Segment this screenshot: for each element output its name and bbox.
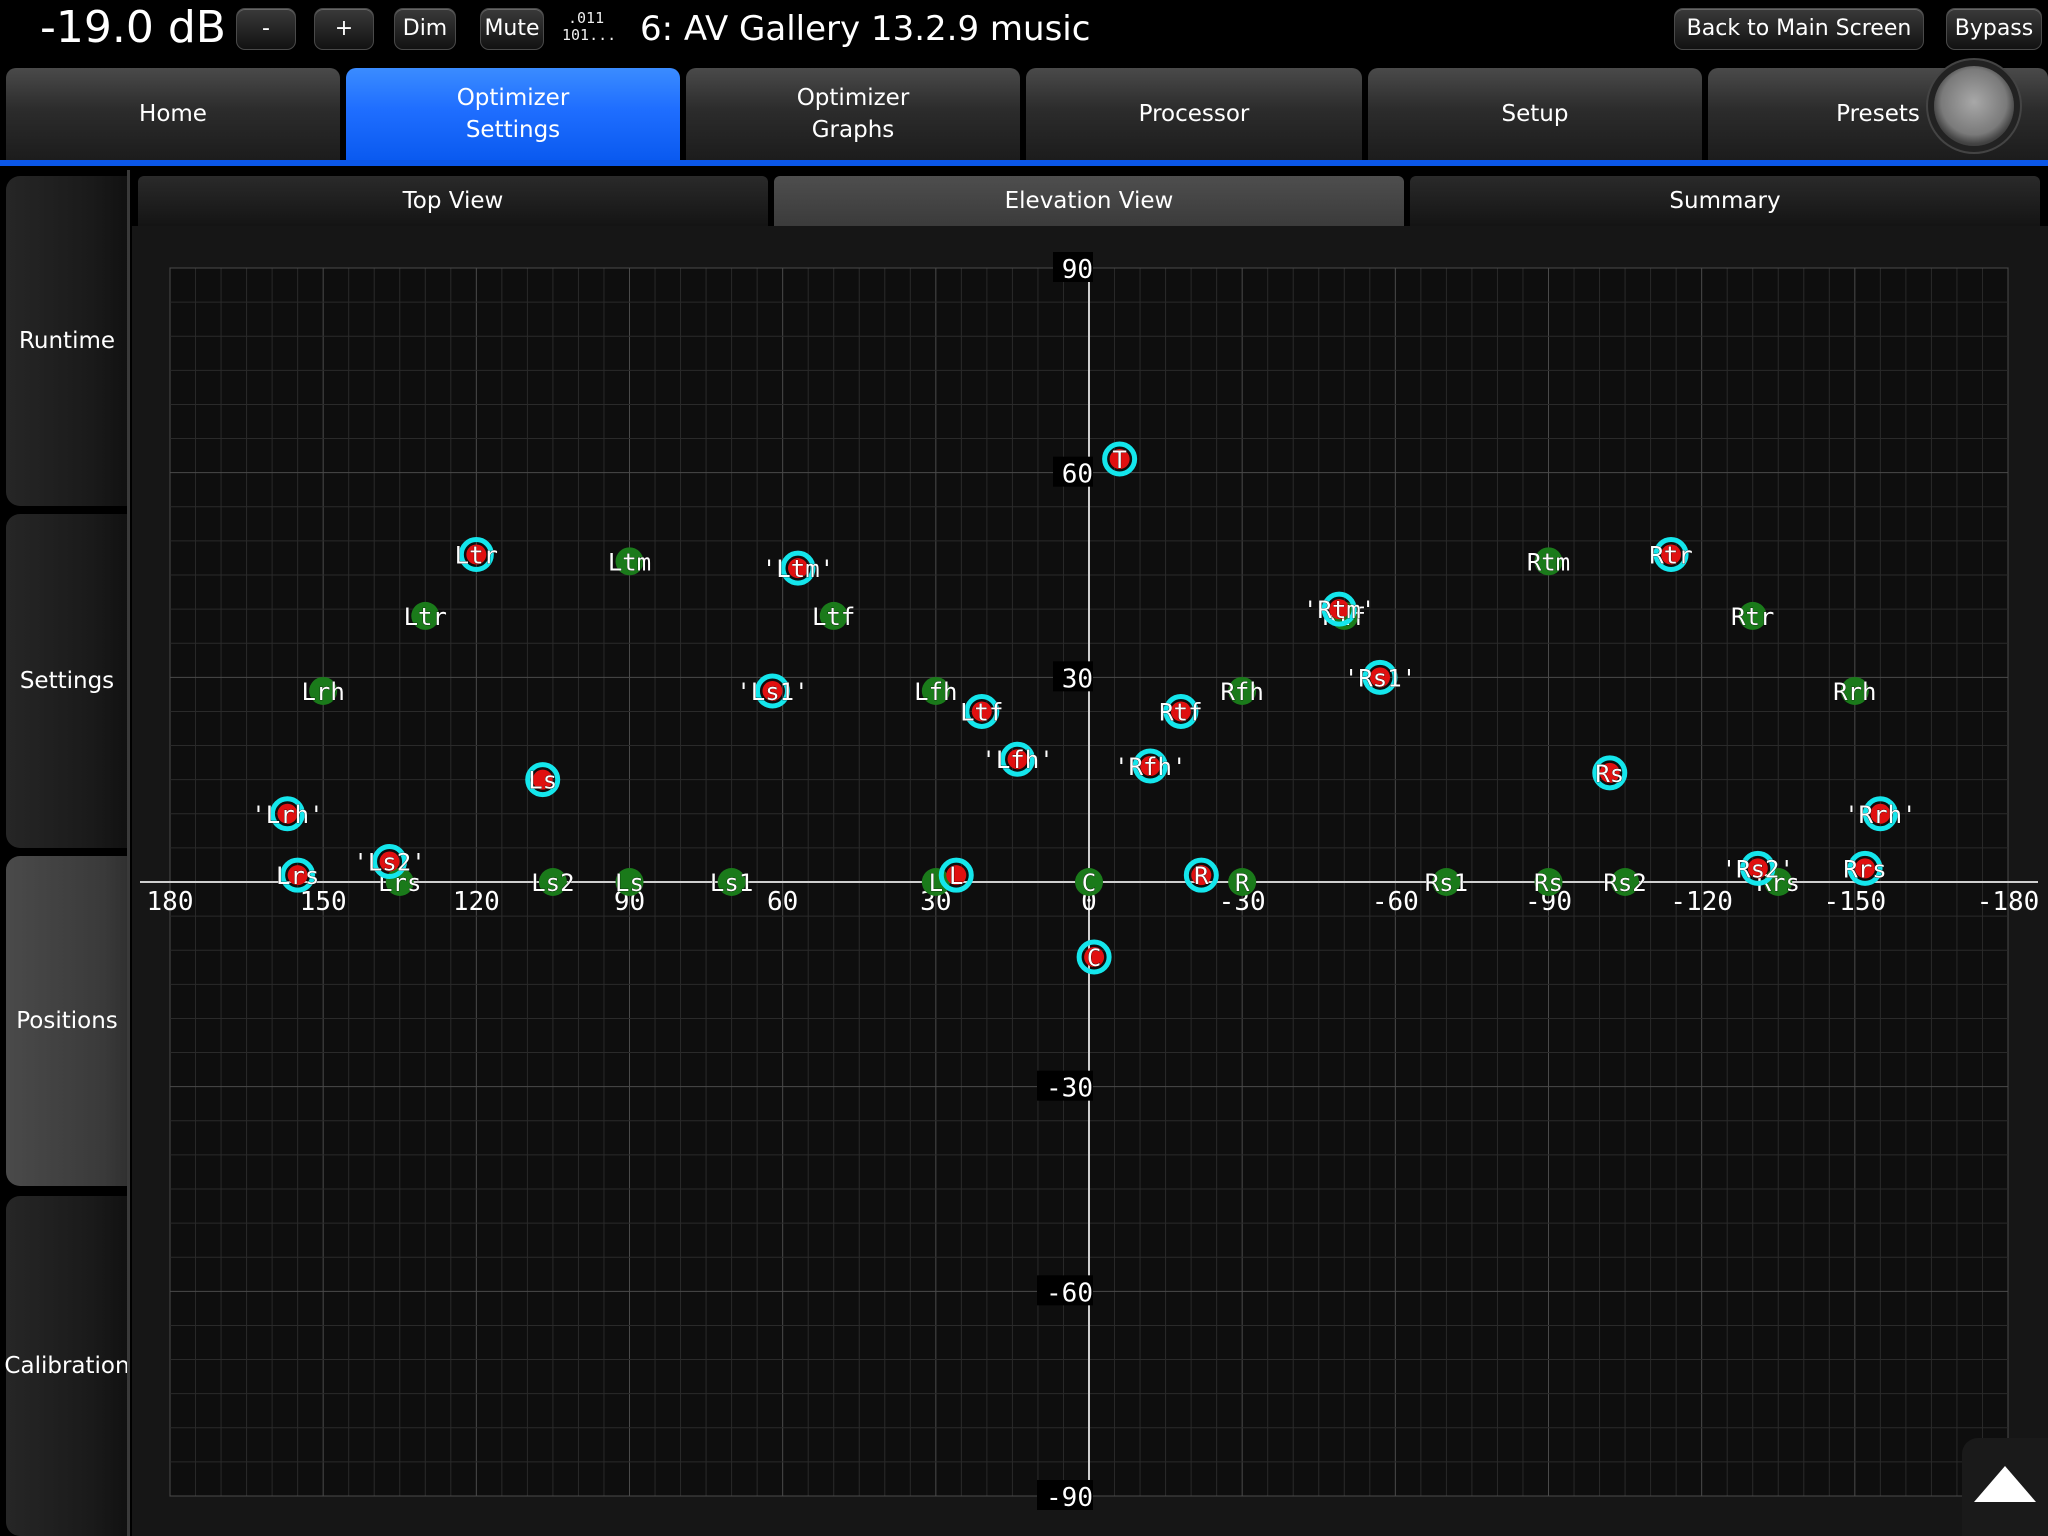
speaker-target-label: Rfh bbox=[1220, 678, 1263, 706]
y-tick-label: 30 bbox=[1062, 664, 1093, 694]
tab-processor-label: Processor bbox=[1138, 101, 1250, 127]
x-tick-label: 120 bbox=[453, 887, 500, 917]
speaker-target-label: Rs1 bbox=[1425, 869, 1468, 897]
speaker-measured-label: 'Ltm' bbox=[762, 555, 834, 583]
up-arrow-icon bbox=[1974, 1466, 2036, 1502]
x-tick-label: 180 bbox=[147, 887, 194, 917]
format-line-2: 101... bbox=[562, 26, 617, 44]
x-tick-label: -180 bbox=[1977, 887, 2040, 917]
volume-down-button[interactable]: - bbox=[236, 8, 296, 50]
scroll-up-button[interactable] bbox=[1962, 1438, 2048, 1536]
subtab-top-view[interactable]: Top View bbox=[138, 176, 768, 226]
side-nav-calibration[interactable]: Calibration bbox=[4, 1196, 130, 1536]
y-tick-label: -30 bbox=[1046, 1074, 1093, 1104]
tab-optimizer-settings[interactable]: Optimizer Settings bbox=[346, 68, 680, 160]
side-nav-runtime-label: Runtime bbox=[18, 328, 116, 354]
speaker-target-label: Rs2 bbox=[1603, 869, 1646, 897]
speaker-measured-label: R bbox=[1194, 862, 1209, 890]
speaker-target-label: Ls2 bbox=[531, 869, 574, 897]
speaker-target-label: Rrh bbox=[1833, 678, 1876, 706]
preset-title: 6: AV Gallery 13.2.9 music bbox=[640, 9, 1091, 49]
format-indicator: .011 101... bbox=[562, 10, 616, 44]
tab-home[interactable]: Home bbox=[6, 68, 340, 160]
speaker-measured-label: 'Rs1' bbox=[1344, 664, 1416, 692]
speaker-target-label: Lfh bbox=[914, 678, 957, 706]
volume-up-button[interactable]: + bbox=[314, 8, 374, 50]
speaker-measured-label: 'Rfh' bbox=[1114, 753, 1186, 781]
x-tick-label: -120 bbox=[1670, 887, 1733, 917]
side-nav-settings[interactable]: Settings bbox=[6, 514, 128, 848]
format-line-1: .011 bbox=[568, 9, 605, 27]
tab-processor[interactable]: Processor bbox=[1026, 68, 1362, 160]
speaker-measured-label: 'Ls2' bbox=[353, 849, 425, 877]
speaker-measured-label: Rs bbox=[1595, 760, 1624, 788]
mute-button[interactable]: Mute bbox=[480, 8, 544, 50]
side-nav-positions-label: Positions bbox=[16, 1008, 118, 1034]
speaker-target-label: Ltr bbox=[404, 603, 447, 631]
elevation-view-panel: 180 150 120 90 60 30 0 -30 -60 -90 -120 -150 -180 90 6… bbox=[132, 226, 2048, 1536]
speaker-measured-label: Rrs bbox=[1843, 855, 1886, 883]
side-nav-settings-label: Settings bbox=[19, 668, 115, 694]
speaker-target-label: Rtr bbox=[1731, 603, 1774, 631]
subtab-elevation-view[interactable]: Elevation View bbox=[774, 176, 1404, 226]
tab-home-label: Home bbox=[139, 101, 207, 127]
speaker-measured-label: Rtr bbox=[1649, 542, 1692, 570]
speaker-measured-label: 'Rrh' bbox=[1844, 801, 1916, 829]
tab-optimizer-settings-label: Optimizer Settings bbox=[456, 85, 570, 143]
speaker-target-label: Ltm bbox=[608, 548, 651, 576]
volume-readout: -19.0 dB bbox=[40, 2, 226, 53]
volume-knob[interactable] bbox=[1934, 66, 2014, 146]
speaker-measured-label: 'Rtm' bbox=[1303, 596, 1375, 624]
x-tick-label: 150 bbox=[300, 887, 347, 917]
speaker-target-label: Ls bbox=[615, 869, 644, 897]
speaker-target-label: C bbox=[1082, 869, 1096, 897]
speaker-measured-label: Rtf bbox=[1159, 698, 1202, 726]
speaker-target-label: Rs bbox=[1534, 869, 1563, 897]
side-nav-divider bbox=[127, 170, 130, 1536]
speaker-target-label: Lrh bbox=[301, 678, 344, 706]
speaker-measured-label: Ltr bbox=[455, 542, 498, 570]
speaker-measured-label: 'Lfh' bbox=[981, 746, 1053, 774]
x-tick-label: 60 bbox=[767, 887, 798, 917]
y-tick-label: -60 bbox=[1046, 1278, 1093, 1308]
subtab-summary[interactable]: Summary bbox=[1410, 176, 2040, 226]
top-bar: -19.0 dB - + Dim Mute .011 101... 6: AV … bbox=[0, 0, 2048, 60]
elevation-chart[interactable]: 180 150 120 90 60 30 0 -30 -60 -90 -120 -150 -180906… bbox=[132, 226, 2048, 1536]
y-tick-label: 60 bbox=[1062, 460, 1093, 490]
tab-underline bbox=[0, 160, 2048, 166]
tab-presets-label: Presets bbox=[1836, 101, 1920, 127]
speaker-measured-label: 'Lrh' bbox=[251, 801, 323, 829]
back-to-main-screen-button[interactable]: Back to Main Screen bbox=[1674, 8, 1924, 50]
speaker-measured-label: Lrs bbox=[276, 862, 319, 890]
speaker-measured-label: Ltf bbox=[960, 698, 1003, 726]
side-nav-positions[interactable]: Positions bbox=[6, 856, 128, 1186]
tab-optimizer-graphs[interactable]: Optimizer Graphs bbox=[686, 68, 1020, 160]
speaker-target-label: Ltf bbox=[812, 603, 855, 631]
tab-optimizer-graphs-label: Optimizer Graphs bbox=[796, 85, 910, 143]
speaker-target-label: Ls1 bbox=[710, 869, 753, 897]
speaker-measured-label: L bbox=[949, 862, 963, 890]
y-tick-label: 90 bbox=[1062, 255, 1093, 285]
side-nav-runtime[interactable]: Runtime bbox=[6, 176, 128, 506]
y-tick-label: -90 bbox=[1046, 1483, 1093, 1513]
speaker-target-label: Rtm bbox=[1527, 548, 1570, 576]
dim-button[interactable]: Dim bbox=[394, 8, 456, 50]
speaker-measured-label: 'Rs2' bbox=[1722, 855, 1794, 883]
speaker-measured-label: T bbox=[1112, 446, 1126, 474]
bypass-button[interactable]: Bypass bbox=[1946, 8, 2042, 50]
tab-setup[interactable]: Setup bbox=[1368, 68, 1702, 160]
side-nav-calibration-label: Calibration bbox=[4, 1353, 130, 1379]
x-tick-label: -60 bbox=[1372, 887, 1419, 917]
speaker-measured-label: 'Ls1' bbox=[736, 678, 808, 706]
x-tick-label: -150 bbox=[1824, 887, 1887, 917]
speaker-measured-label: Ls bbox=[528, 767, 557, 795]
speaker-target-label: R bbox=[1235, 869, 1250, 897]
speaker-measured-label: C bbox=[1087, 944, 1101, 972]
main-tab-bar: Home Optimizer Settings Optimizer Graphs… bbox=[0, 64, 2048, 162]
tab-setup-label: Setup bbox=[1501, 101, 1569, 127]
